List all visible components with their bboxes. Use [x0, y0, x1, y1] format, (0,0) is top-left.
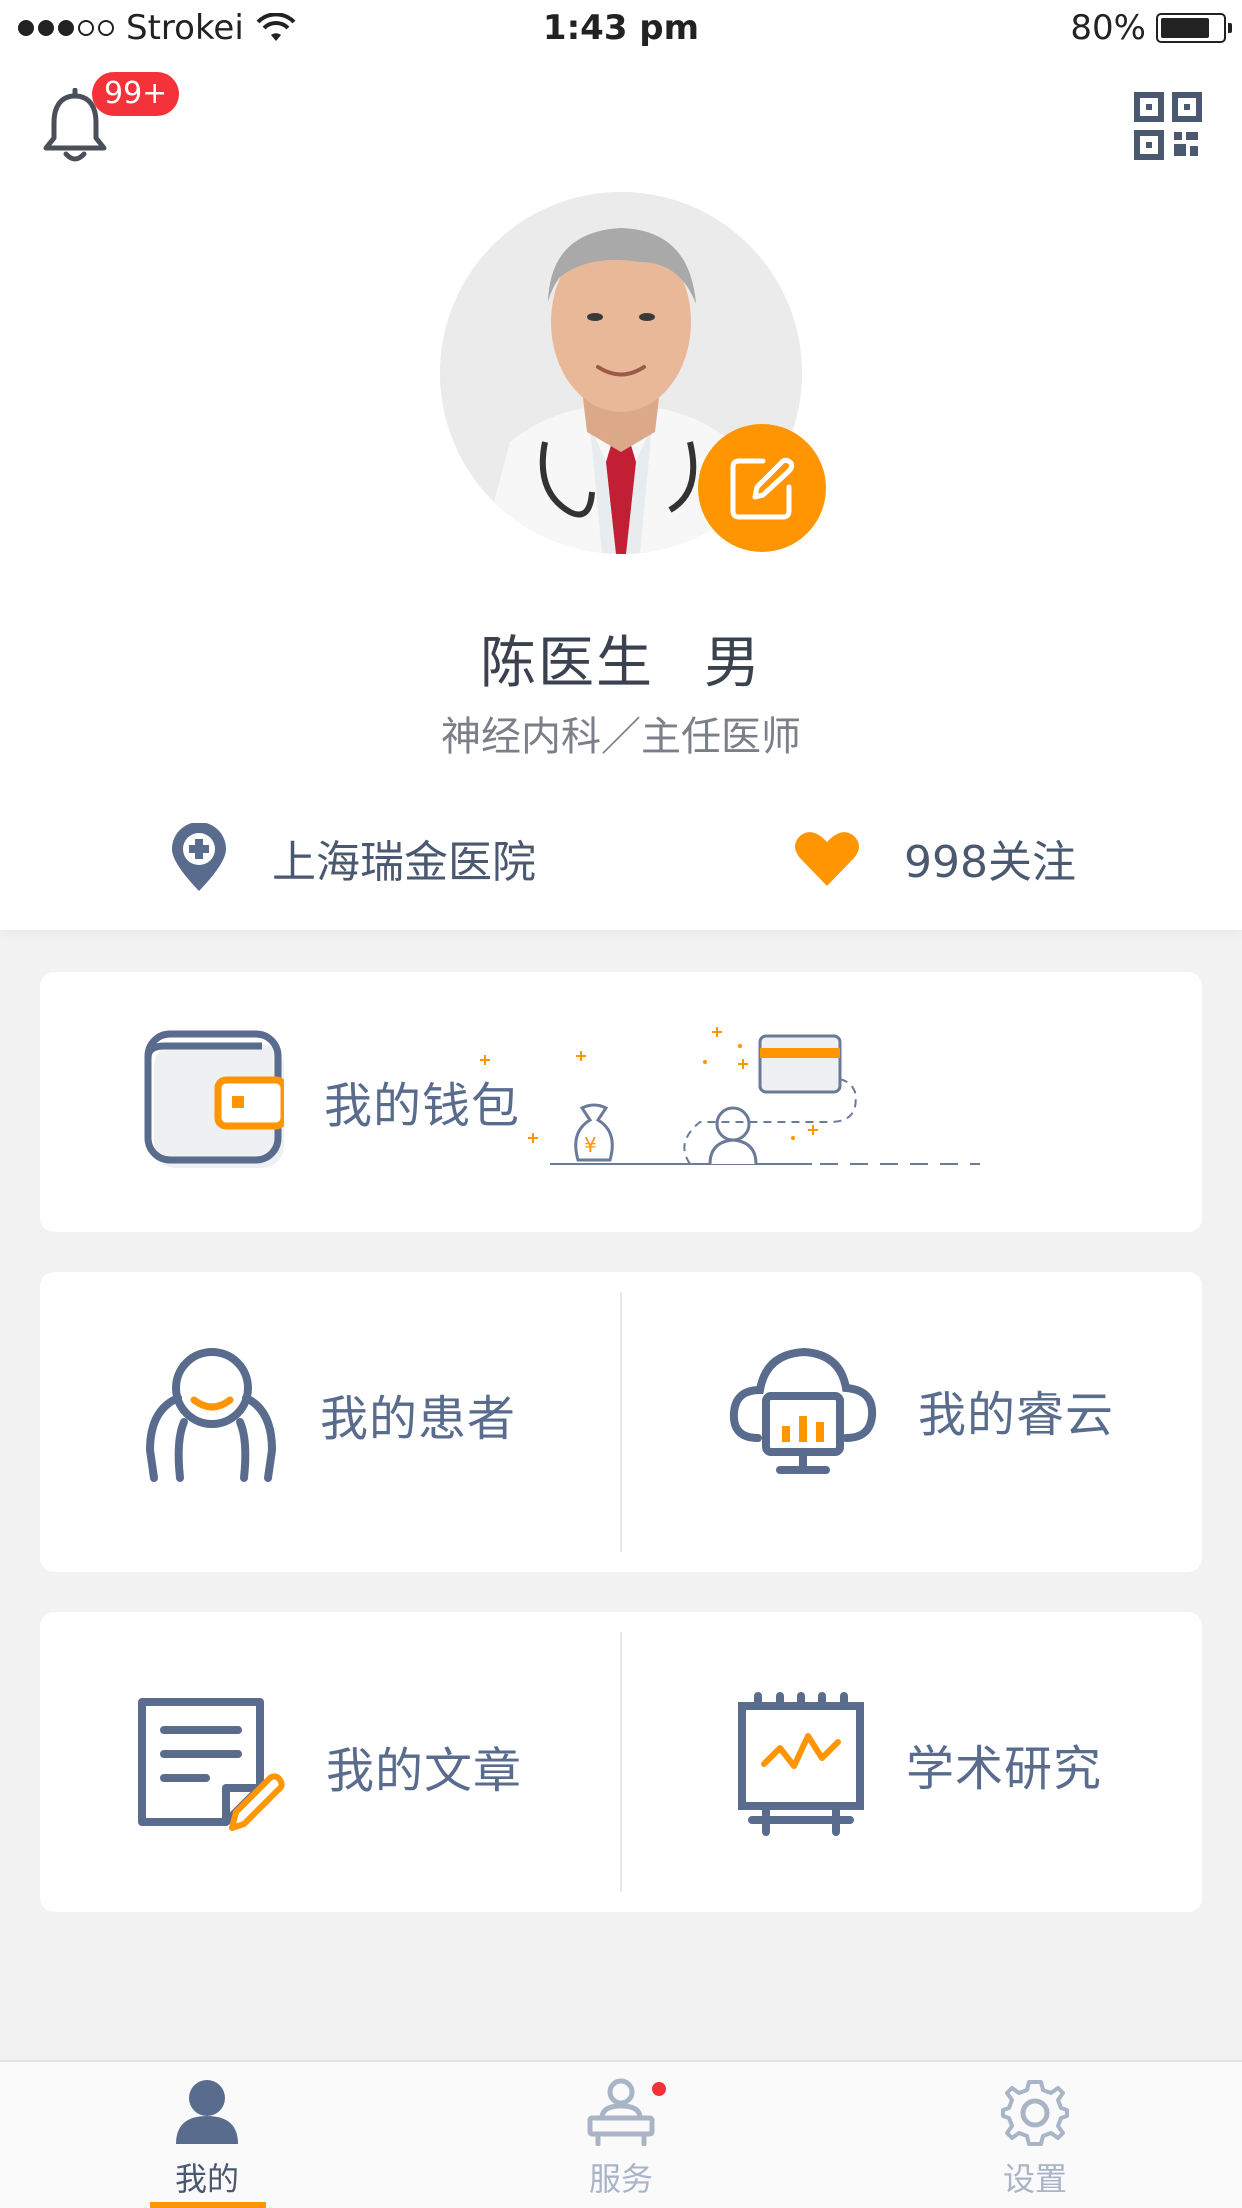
- tab-mine-label: 我的: [174, 2160, 239, 2198]
- tab-service-label: 服务: [588, 2160, 653, 2198]
- heart-icon: [795, 832, 859, 886]
- articles-research-card: 我的文章 学术研究: [40, 1612, 1202, 1912]
- wallet-illustration: ¥: [480, 1027, 980, 1165]
- doctor-name-line: 陈医生男: [0, 618, 1242, 699]
- service-desk-icon: [587, 2078, 655, 2147]
- research-cell[interactable]: 学术研究: [736, 1692, 1102, 1836]
- notification-badge: 99+: [92, 72, 180, 116]
- battery-fill: [1161, 18, 1209, 38]
- cloud-cell[interactable]: 我的睿云: [728, 1342, 1114, 1478]
- hospital-info[interactable]: 上海瑞金医院: [168, 818, 536, 898]
- tab-service[interactable]: 服务: [521, 2078, 721, 2200]
- tab-mine[interactable]: 我的: [107, 2078, 307, 2200]
- row3-divider: [620, 1632, 622, 1892]
- status-time: 1:43 pm: [542, 8, 700, 48]
- tab-settings-label: 设置: [1002, 2160, 1067, 2198]
- status-bar: Strokei 1:43 pm 80%: [0, 0, 1242, 56]
- follow-info[interactable]: 998关注: [792, 818, 1076, 898]
- patients-icon: [145, 1348, 277, 1482]
- articles-cell[interactable]: 我的文章: [136, 1696, 522, 1836]
- row2-divider: [620, 1292, 622, 1552]
- cloud-label: 我的睿云: [918, 1387, 1115, 1443]
- articles-label: 我的文章: [326, 1743, 523, 1799]
- wallet-icon: [144, 1030, 284, 1168]
- doctor-gender: 男: [704, 631, 762, 696]
- person-icon: [176, 2080, 238, 2144]
- battery-percentage: 80%: [1070, 8, 1146, 48]
- service-notification-dot: [652, 2082, 666, 2096]
- hospital-location-icon: [172, 823, 226, 891]
- status-right: 80%: [1070, 8, 1232, 48]
- patients-label: 我的患者: [320, 1391, 517, 1447]
- hospital-name: 上海瑞金医院: [272, 837, 536, 888]
- svg-text:¥: ¥: [584, 1133, 597, 1157]
- research-board-icon: [738, 1692, 864, 1836]
- wallet-cell: 我的钱包: [144, 1030, 520, 1172]
- qr-code-icon[interactable]: [1134, 92, 1202, 160]
- research-label: 学术研究: [906, 1741, 1103, 1797]
- patients-cell[interactable]: 我的患者: [140, 1340, 516, 1488]
- follow-count: 998关注: [904, 837, 1076, 888]
- cloud-monitor-icon: [729, 1347, 877, 1474]
- battery-icon: [1156, 13, 1232, 43]
- gear-icon: [1001, 2080, 1069, 2146]
- doctor-name: 陈医生: [480, 631, 654, 696]
- tab-settings[interactable]: 设置: [935, 2078, 1135, 2200]
- edit-profile-button[interactable]: [698, 424, 826, 552]
- edit-pencil-icon: [730, 457, 795, 520]
- wallet-card[interactable]: 我的钱包 ¥: [40, 972, 1202, 1232]
- active-tab-indicator: [150, 2202, 266, 2208]
- article-edit-icon: [138, 1698, 285, 1831]
- doctor-department-title: 神经内科／主任医师: [441, 714, 801, 760]
- patients-cloud-card: 我的患者 我的睿云: [40, 1272, 1202, 1572]
